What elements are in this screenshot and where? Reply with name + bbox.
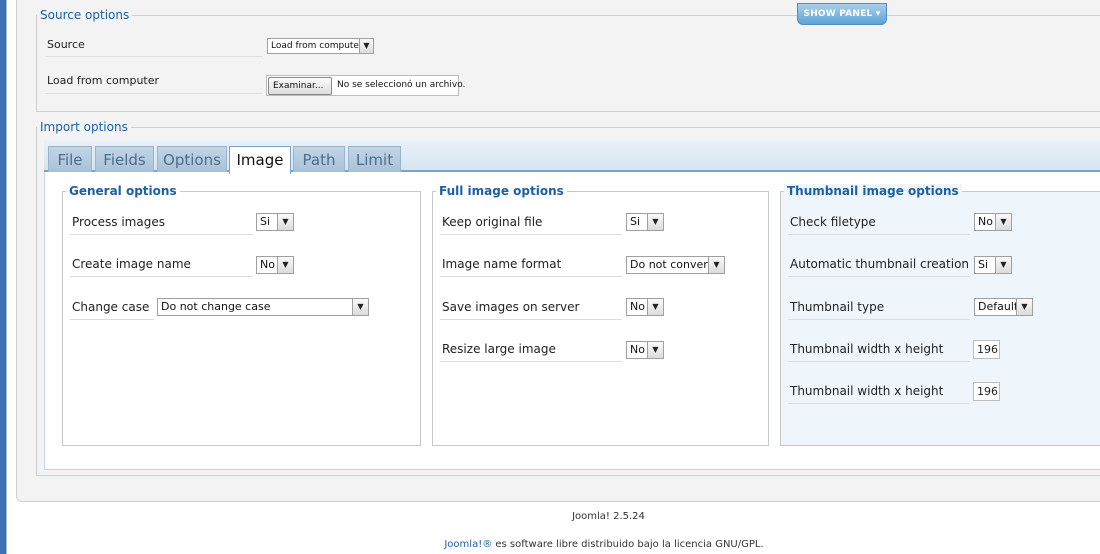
tab-image[interactable]: Image bbox=[229, 146, 291, 174]
process-images-select[interactable]: Si ▼ bbox=[256, 213, 294, 231]
auto-thumbnail-line bbox=[788, 276, 970, 277]
thumbnail-size-label-1: Thumbnail width x height bbox=[790, 342, 944, 356]
change-case-line bbox=[70, 319, 154, 320]
load-underline bbox=[45, 93, 263, 94]
tab-limit[interactable]: Limit bbox=[348, 146, 401, 172]
chevron-down-icon: ▾ bbox=[875, 9, 881, 19]
keep-original-select[interactable]: Si ▼ bbox=[626, 213, 664, 231]
source-options-legend: Source options bbox=[40, 8, 130, 22]
thumbnail-size-line-1 bbox=[788, 361, 970, 362]
full-image-options-title: Full image options bbox=[436, 184, 567, 198]
keep-original-line bbox=[440, 234, 622, 235]
import-options-legend: Import options bbox=[40, 120, 128, 134]
create-image-name-line bbox=[70, 276, 253, 277]
check-filetype-label: Check filetype bbox=[790, 215, 876, 229]
check-filetype-value: No bbox=[978, 215, 993, 228]
show-panel-button[interactable]: SHOW PANEL ▾ bbox=[797, 3, 887, 25]
process-images-label: Process images bbox=[72, 215, 165, 229]
chevron-down-icon: ▼ bbox=[995, 257, 1011, 273]
resize-large-label: Resize large image bbox=[442, 342, 556, 356]
thumbnail-width-input-1[interactable]: 196 bbox=[973, 340, 1000, 359]
footer-license: Joomla!® es software libre distribuido b… bbox=[0, 539, 1100, 550]
left-edge-bar bbox=[0, 0, 7, 554]
tab-fields[interactable]: Fields bbox=[95, 146, 154, 172]
thumbnail-type-select[interactable]: Default ▼ bbox=[974, 298, 1033, 316]
resize-large-line bbox=[440, 361, 622, 362]
source-label: Source bbox=[47, 38, 85, 51]
change-case-value: Do not change case bbox=[161, 300, 271, 313]
no-file-text: No se seleccionó un archivo. bbox=[337, 80, 466, 90]
thumbnail-size-label-2: Thumbnail width x height bbox=[790, 384, 944, 398]
image-name-format-label: Image name format bbox=[442, 257, 562, 271]
chevron-down-icon: ▼ bbox=[1016, 299, 1032, 315]
process-images-value: Si bbox=[260, 215, 271, 228]
check-filetype-line bbox=[788, 234, 970, 235]
check-filetype-select[interactable]: No ▼ bbox=[974, 213, 1012, 231]
process-images-line bbox=[70, 234, 253, 235]
general-options-title: General options bbox=[66, 184, 180, 198]
resize-large-select[interactable]: No ▼ bbox=[626, 341, 664, 359]
thumbnail-options-title: Thumbnail image options bbox=[784, 184, 962, 198]
source-select-value: Load from computer bbox=[271, 41, 363, 51]
load-from-computer-label: Load from computer bbox=[47, 74, 160, 87]
joomla-link[interactable]: Joomla!® bbox=[444, 539, 492, 550]
thumbnail-size-line-2 bbox=[788, 403, 970, 404]
chevron-down-icon: ▼ bbox=[647, 342, 663, 358]
image-name-format-line bbox=[440, 276, 622, 277]
thumbnail-type-line bbox=[788, 319, 970, 320]
chevron-down-icon: ▼ bbox=[708, 257, 724, 273]
chevron-down-icon: ▼ bbox=[359, 39, 373, 53]
source-underline bbox=[45, 56, 263, 57]
keep-original-value: Si bbox=[630, 215, 641, 228]
show-panel-label: SHOW PANEL bbox=[803, 9, 873, 19]
footer-license-text: es software libre distribuido bajo la li… bbox=[492, 539, 764, 550]
tab-path[interactable]: Path bbox=[293, 146, 345, 172]
source-select[interactable]: Load from computer ▼ bbox=[267, 38, 374, 54]
create-image-name-label: Create image name bbox=[72, 257, 191, 271]
chevron-down-icon: ▼ bbox=[647, 214, 663, 230]
chevron-down-icon: ▼ bbox=[647, 299, 663, 315]
browse-button[interactable]: Examinar... bbox=[268, 77, 332, 95]
save-images-label: Save images on server bbox=[442, 300, 580, 314]
auto-thumbnail-label: Automatic thumbnail creation bbox=[790, 257, 970, 271]
tab-file[interactable]: File bbox=[48, 146, 92, 172]
chevron-down-icon: ▼ bbox=[995, 214, 1011, 230]
thumbnail-type-label: Thumbnail type bbox=[790, 300, 885, 314]
image-name-format-select[interactable]: Do not convert ▼ bbox=[626, 256, 725, 274]
change-case-select[interactable]: Do not change case ▼ bbox=[157, 298, 369, 316]
source-options-fieldset: Source options bbox=[36, 8, 1100, 112]
save-images-line bbox=[440, 319, 622, 320]
auto-thumbnail-select[interactable]: Si ▼ bbox=[974, 256, 1012, 274]
create-image-name-select[interactable]: No ▼ bbox=[256, 256, 294, 274]
save-images-value: No bbox=[630, 300, 645, 313]
chevron-down-icon: ▼ bbox=[277, 257, 293, 273]
chevron-down-icon: ▼ bbox=[277, 214, 293, 230]
change-case-label: Change case bbox=[72, 300, 150, 314]
save-images-select[interactable]: No ▼ bbox=[626, 298, 664, 316]
image-name-format-value: Do not convert bbox=[630, 258, 713, 271]
resize-large-value: No bbox=[630, 343, 645, 356]
thumbnail-type-value: Default bbox=[978, 300, 1019, 313]
chevron-down-icon: ▼ bbox=[352, 299, 368, 315]
keep-original-label: Keep original file bbox=[442, 215, 543, 229]
create-image-name-value: No bbox=[260, 258, 275, 271]
footer-version: Joomla! 2.5.24 bbox=[572, 511, 645, 522]
auto-thumbnail-value: Si bbox=[978, 258, 989, 271]
thumbnail-width-input-2[interactable]: 196 bbox=[973, 382, 1000, 401]
tab-options[interactable]: Options bbox=[157, 146, 227, 172]
